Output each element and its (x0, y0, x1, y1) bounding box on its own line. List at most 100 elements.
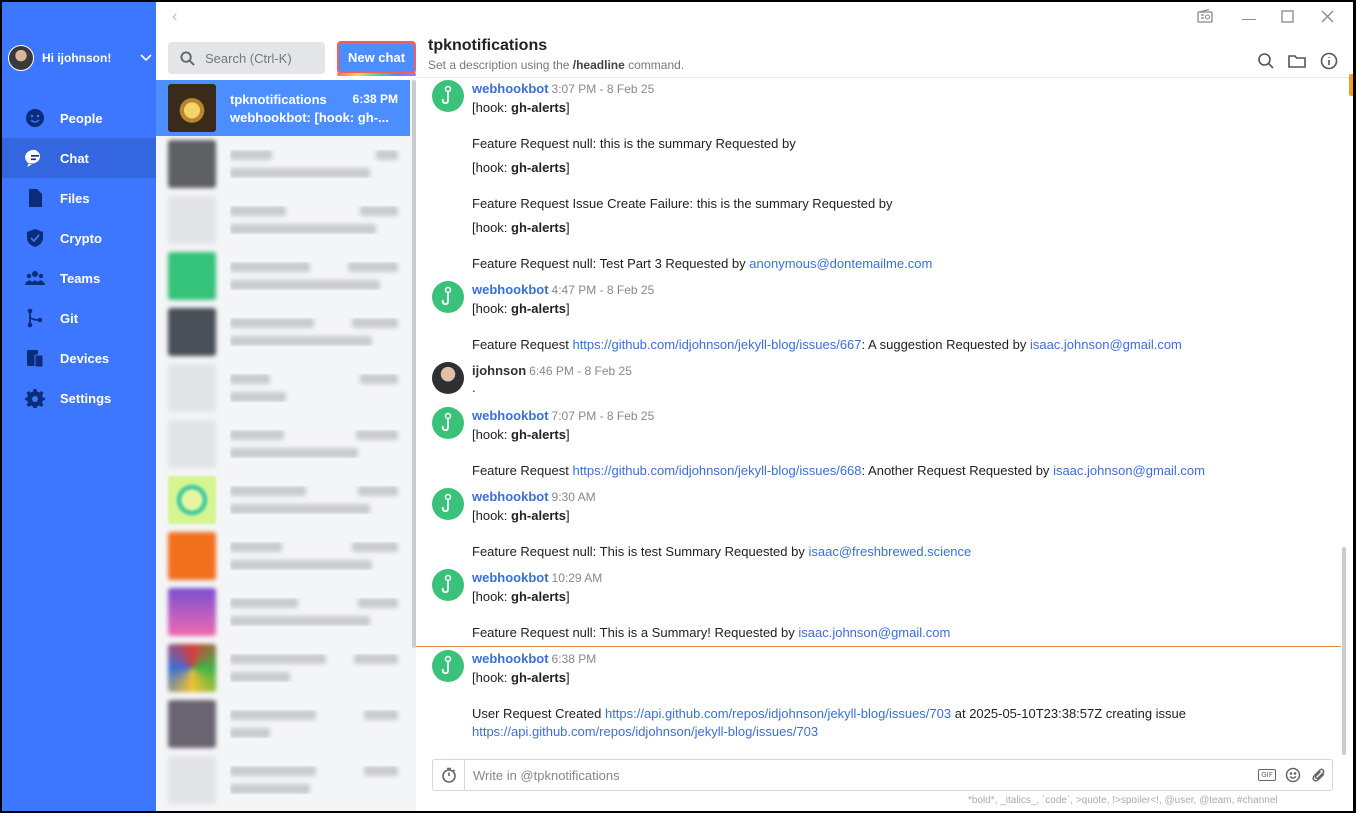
info-icon[interactable] (1320, 52, 1338, 70)
user-menu[interactable]: Hi ijohnson! (2, 38, 156, 78)
email-link[interactable]: isaac.johnson@gmail.com (1053, 463, 1205, 478)
email-link[interactable]: isaac@freshbrewed.science (808, 544, 971, 559)
nav-item-files[interactable]: Files (2, 178, 156, 218)
crypto-icon (24, 227, 46, 249)
maximize-icon[interactable] (1277, 8, 1297, 28)
gif-icon[interactable]: GIF (1254, 760, 1280, 790)
message-author[interactable]: webhookbot (472, 81, 549, 96)
conversation-list: tpknotifications 6:38 PM webhookbot: [ho… (156, 80, 416, 811)
message-scrollbar[interactable] (1342, 547, 1346, 755)
hook-line: [hook: gh-alerts] (472, 100, 570, 115)
people-icon (24, 107, 46, 129)
hook-line: [hook: gh-alerts] (472, 160, 570, 175)
chevron-down-icon[interactable] (136, 51, 156, 65)
message-author[interactable]: webhookbot (472, 408, 549, 423)
conversation-item[interactable] (156, 472, 410, 528)
folder-icon[interactable] (1288, 52, 1306, 70)
conversation-item[interactable] (156, 640, 410, 696)
nav-item-devices[interactable]: Devices (2, 338, 156, 378)
message-author[interactable]: ijohnson (472, 363, 526, 378)
nav-label: Chat (60, 150, 89, 166)
close-icon[interactable] (1317, 8, 1337, 28)
user-greeting: Hi ijohnson! (42, 51, 112, 65)
message-time: 6:38 PM (551, 652, 597, 666)
nav-label: Teams (60, 270, 101, 286)
attachment-icon[interactable] (1306, 760, 1332, 790)
message-header: webhookbot 6:38 PM (472, 651, 596, 666)
search-input[interactable]: Search (Ctrl-K) (168, 42, 325, 74)
email-link[interactable]: isaac.johnson@gmail.com (1030, 337, 1182, 352)
avatar (8, 45, 34, 71)
conversation-item[interactable] (156, 136, 410, 192)
conversation-item[interactable] (156, 192, 410, 248)
message-header: ijohnson 6:46 PM - 8 Feb 25 (472, 363, 632, 378)
conversation-item[interactable] (156, 360, 410, 416)
message-header: webhookbot 3:07 PM - 8 Feb 25 (472, 81, 654, 96)
hook-line: [hook: gh-alerts] (472, 670, 570, 685)
minimize-icon[interactable]: — (1239, 8, 1259, 28)
avatar (168, 420, 216, 468)
message-time: 9:30 AM (551, 490, 596, 504)
hook-icon (432, 80, 464, 112)
message-time: 3:07 PM - 8 Feb 25 (551, 82, 655, 96)
avatar (168, 756, 216, 804)
avatar (168, 476, 216, 524)
formatting-hint: *bold*, _italics_, `code`, >quote, !>spo… (968, 795, 1278, 806)
nav-label: People (60, 110, 103, 126)
message-text: Feature Request null: This is test Summa… (472, 544, 972, 559)
message-time: 4:47 PM - 8 Feb 25 (551, 283, 655, 297)
nav-item-people[interactable]: People (2, 98, 156, 138)
conversation-item[interactable] (156, 752, 410, 808)
message-author[interactable]: webhookbot (472, 570, 549, 585)
emoji-icon[interactable] (1280, 760, 1306, 790)
radio-icon[interactable] (1195, 8, 1215, 28)
search-icon[interactable] (1257, 52, 1275, 70)
message-author[interactable]: webhookbot (472, 282, 549, 297)
nav-item-crypto[interactable]: Crypto (2, 218, 156, 258)
message-input[interactable] (465, 767, 1254, 783)
channel-avatar (168, 84, 216, 132)
nav-item-settings[interactable]: Settings (2, 378, 156, 418)
message-text: Feature Request https://github.com/idjoh… (472, 463, 1205, 478)
app-window: Hi ijohnson! People Chat Files Crypto Te… (2, 2, 1353, 811)
back-arrow-icon[interactable]: ‹ (172, 8, 177, 26)
conversation-item[interactable] (156, 248, 410, 304)
message-text: Feature Request Issue Create Failure: th… (472, 196, 893, 211)
conversation-item-active[interactable]: tpknotifications 6:38 PM webhookbot: [ho… (156, 80, 410, 136)
message-text: Feature Request https://github.com/idjoh… (472, 337, 1182, 352)
timer-icon[interactable] (433, 760, 465, 790)
issue-link[interactable]: https://api.github.com/repos/idjohnson/j… (605, 706, 951, 721)
message-time: 6:46 PM - 8 Feb 25 (529, 364, 632, 378)
new-chat-button[interactable]: New chat (337, 42, 416, 76)
message-time: 10:29 AM (551, 571, 603, 585)
conversation-item[interactable] (156, 584, 410, 640)
hook-icon (432, 407, 464, 439)
nav-item-git[interactable]: Git (2, 298, 156, 338)
new-messages-divider (416, 646, 1341, 647)
issue-link[interactable]: https://api.github.com/repos/idjohnson/j… (472, 724, 818, 739)
message-header: webhookbot 10:29 AM (472, 570, 602, 585)
conversation-item[interactable] (156, 304, 410, 360)
left-nav: Hi ijohnson! People Chat Files Crypto Te… (2, 2, 156, 811)
email-link[interactable]: isaac.johnson@gmail.com (798, 625, 950, 640)
hook-icon (432, 650, 464, 682)
issue-link[interactable]: https://github.com/idjohnson/jekyll-blog… (572, 337, 861, 352)
message-header: webhookbot 9:30 AM (472, 489, 596, 504)
subtitle-prefix: Set a description using the (428, 58, 570, 72)
message-author[interactable]: webhookbot (472, 489, 549, 504)
nav-item-teams[interactable]: Teams (2, 258, 156, 298)
message-text: User Request Created https://api.github.… (472, 706, 1187, 721)
nav-item-chat[interactable]: Chat (2, 138, 156, 178)
avatar (168, 644, 216, 692)
conversation-snippet: webhookbot: [hook: gh-... (230, 109, 389, 125)
conversation-item[interactable] (156, 416, 410, 472)
message-time: 7:07 PM - 8 Feb 25 (551, 409, 655, 423)
hook-line: [hook: gh-alerts] (472, 301, 570, 316)
conversation-item[interactable] (156, 696, 410, 752)
message-author[interactable]: webhookbot (472, 651, 549, 666)
gif-label: GIF (1258, 769, 1276, 781)
conversation-item[interactable] (156, 528, 410, 584)
issue-link[interactable]: https://github.com/idjohnson/jekyll-blog… (572, 463, 861, 478)
email-link[interactable]: anonymous@dontemailme.com (749, 256, 932, 271)
chat-icon (24, 147, 46, 169)
